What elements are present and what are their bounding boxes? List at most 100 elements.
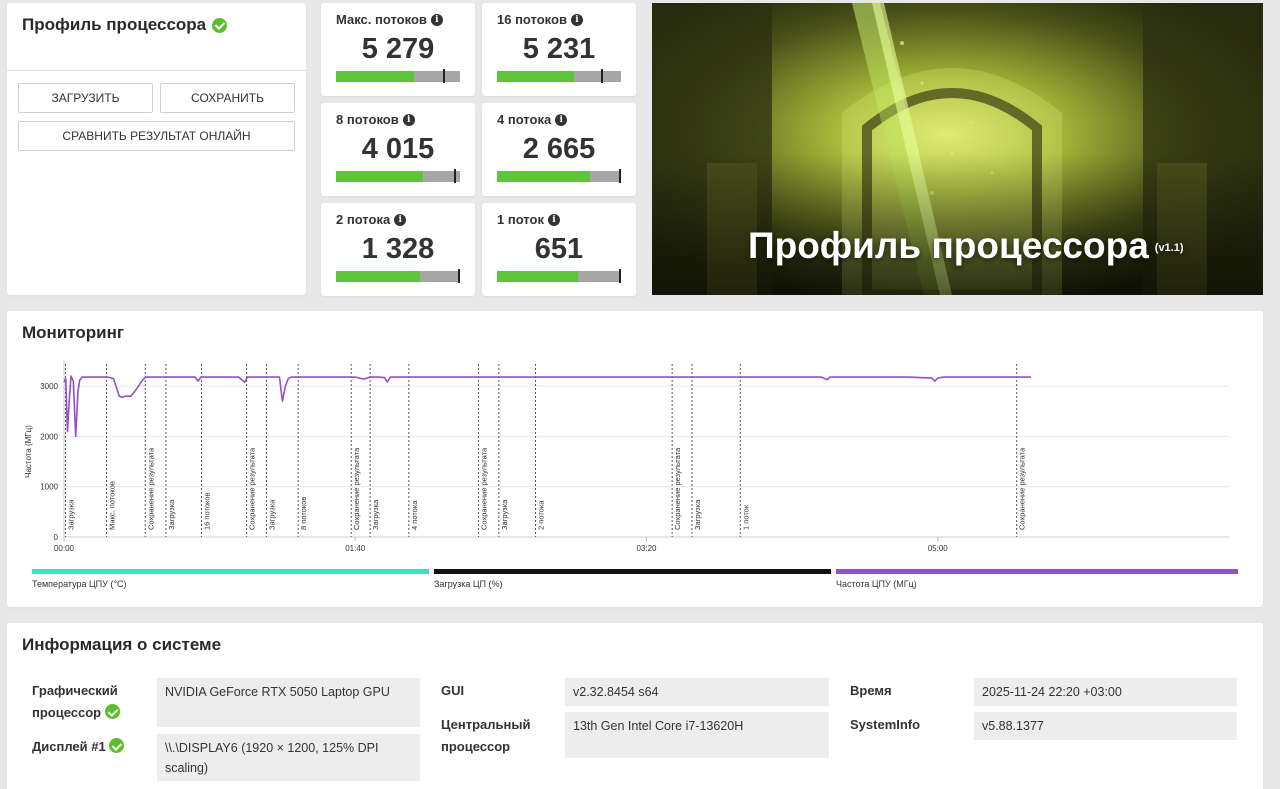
score-bar-fill [497, 271, 578, 282]
cpu-value: 13th Gen Intel Core i7-13620H [565, 712, 829, 758]
score-bar-fill [336, 171, 423, 182]
event-marker-label: Загрузка [371, 499, 380, 530]
event-marker-label: 1 поток [741, 504, 750, 530]
event-marker-label: 16 потоков [202, 492, 211, 530]
score-bar-marker [457, 269, 460, 283]
score-bar-marker [454, 169, 457, 183]
score-bar-marker [618, 169, 621, 183]
score-value: 1 328 [361, 233, 435, 265]
score-label: 8 потоков [336, 112, 399, 127]
display-label: Дисплей #1 [32, 739, 106, 754]
score-tile-1-thread: 1 поток i 651 [482, 203, 636, 296]
score-value: 2 665 [522, 133, 596, 165]
y-tick-label: 2000 [40, 432, 58, 441]
score-bar [336, 269, 460, 283]
score-bar-fill [497, 171, 590, 182]
event-marker-label: Загрузка [66, 499, 75, 530]
score-bar-marker [601, 69, 604, 83]
score-value: 5 279 [361, 33, 435, 65]
load-button[interactable]: ЗАГРУЗИТЬ [18, 83, 153, 113]
legend-temp-bar[interactable] [32, 569, 429, 574]
profile-title-wrap: Профиль процессора [22, 15, 228, 35]
score-value: 651 [534, 233, 584, 265]
event-marker-label: Сохранение результата [352, 447, 361, 530]
score-bar [497, 169, 621, 183]
event-marker-label: 8 потоков [299, 497, 308, 530]
event-marker-label: Сохранение результата [1018, 447, 1027, 530]
profile-card: Профиль процессора ЗАГРУЗИТЬ СОХРАНИТЬ С… [7, 3, 306, 295]
hero-banner: Профиль процессора (v1.1) [652, 3, 1263, 295]
hero-title-wrap: Профиль процессора (v1.1) [748, 225, 1184, 267]
event-marker-label: Загрузка [500, 499, 509, 530]
gui-value: v2.32.8454 s64 [565, 678, 829, 706]
info-icon[interactable]: i [402, 113, 415, 126]
event-marker-label: Сохранение результата [146, 447, 155, 530]
hero-version: (v1.1) [1154, 242, 1184, 255]
systeminfo-label: SystemInfo [850, 717, 921, 732]
x-tick-label: 00:00 [54, 544, 75, 553]
score-bar-fill [336, 271, 421, 282]
y-axis-label: Частота (МГц) [24, 425, 33, 478]
score-bar-fill [336, 71, 415, 82]
score-bar-marker [442, 69, 445, 83]
event-marker-label: Макс. потоков [108, 481, 117, 530]
cpu-label: Центральный процессор [441, 717, 531, 754]
system-info-title: Информация о системе [22, 635, 222, 654]
score-label-wrap: 4 потока i [497, 111, 621, 128]
gui-label: GUI [441, 683, 465, 698]
score-label-wrap: 2 потока i [336, 211, 460, 228]
info-icon[interactable]: i [547, 213, 560, 226]
score-bar-marker [618, 269, 621, 283]
score-tile-8-threads: 8 потоков i 4 015 [321, 103, 475, 196]
event-marker-label: Загрузка [693, 499, 702, 530]
score-tile-4-threads: 4 потока i 2 665 [482, 103, 636, 196]
frequency-series-line [63, 375, 1031, 438]
gpu-value: NVIDIA GeForce RTX 5050 Laptop GPU [157, 678, 420, 727]
y-tick-label: 0 [54, 533, 59, 542]
info-icon[interactable]: i [430, 13, 443, 26]
check-icon [104, 704, 120, 719]
event-marker-label: Сохранение результата [248, 447, 257, 530]
score-label: 4 потока [497, 112, 552, 127]
score-label: 2 потока [336, 212, 391, 227]
x-tick-label: 05:00 [928, 544, 949, 553]
score-tile-16-threads: 16 потоков i 5 231 [482, 3, 636, 96]
save-button[interactable]: СОХРАНИТЬ [160, 83, 295, 113]
score-tile-max-threads: Макс. потоков i 5 279 [321, 3, 475, 96]
info-icon[interactable]: i [555, 113, 568, 126]
frequency-chart: 0 1000 2000 3000 00:00 01:40 03:20 05:00 Частота… [24, 360, 1229, 553]
legend-freq-bar[interactable] [836, 569, 1238, 574]
score-label: 16 потоков [497, 12, 567, 27]
display-label-wrap: Дисплей #1 [32, 736, 152, 758]
y-tick-label: 3000 [40, 382, 58, 391]
legend-load-bar[interactable] [434, 569, 831, 574]
score-label-wrap: 8 потоков i [336, 111, 460, 128]
event-marker-label: 2 потока [537, 500, 546, 530]
event-marker-label: Загрузка [267, 499, 276, 530]
info-icon[interactable]: i [394, 213, 407, 226]
score-label-wrap: 16 потоков i [497, 11, 621, 28]
score-bar [497, 269, 621, 283]
y-tick-label: 1000 [40, 483, 58, 492]
hero-title: Профиль процессора [748, 225, 1149, 266]
score-bar [497, 69, 621, 83]
x-tick-label: 01:40 [345, 544, 366, 553]
x-tick-label: 03:20 [636, 544, 657, 553]
score-label: 1 поток [497, 212, 544, 227]
system-info-card: Информация о системе Графический процесс… [7, 623, 1263, 789]
event-marker-label: Загрузка [167, 499, 176, 530]
score-bar [336, 69, 460, 83]
legend-load-label: Загрузка ЦП (%) [434, 579, 503, 589]
score-label-wrap: Макс. потоков i [336, 11, 460, 28]
monitoring-card: Мониторинг 0 1000 2000 3000 00:00 01:40 03:20 0… [7, 311, 1263, 607]
compare-online-button[interactable]: СРАВНИТЬ РЕЗУЛЬТАТ ОНЛАЙН [18, 121, 295, 151]
score-bar-fill [497, 71, 574, 82]
gpu-label-wrap: Графический процессор [32, 680, 152, 724]
systeminfo-value: v5.88.1377 [974, 712, 1237, 740]
time-value: 2025-11-24 22:20 +03:00 [974, 678, 1237, 706]
score-value: 5 231 [522, 33, 596, 65]
event-marker-label: 4 потока [410, 500, 419, 530]
profile-header: Профиль процессора [7, 3, 306, 71]
info-icon[interactable]: i [570, 13, 583, 26]
score-tile-2-threads: 2 потока i 1 328 [321, 203, 475, 296]
